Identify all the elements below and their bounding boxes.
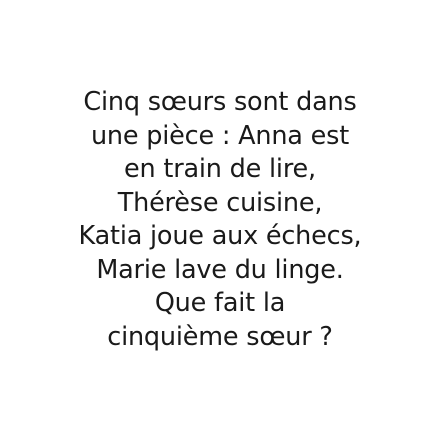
riddle-line: une pièce : Anna est [90, 120, 350, 151]
riddle-question-line: Que fait la [154, 288, 286, 318]
riddle-line: Cinq sœurs sont dans [83, 87, 357, 117]
riddle-line: Marie lave du linge. [96, 254, 344, 285]
riddle-line: Katia joue aux échecs, [78, 221, 362, 251]
riddle-line: en train de lire, [124, 154, 316, 184]
image-canvas: Cinq sœurs sont dans une pièce : Anna es… [0, 0, 440, 440]
riddle-line: Thérèse cuisine, [117, 187, 323, 218]
riddle-question-line: cinquième sœur ? [107, 321, 333, 352]
riddle-text: Cinq sœurs sont dans une pièce : Anna es… [79, 86, 362, 354]
